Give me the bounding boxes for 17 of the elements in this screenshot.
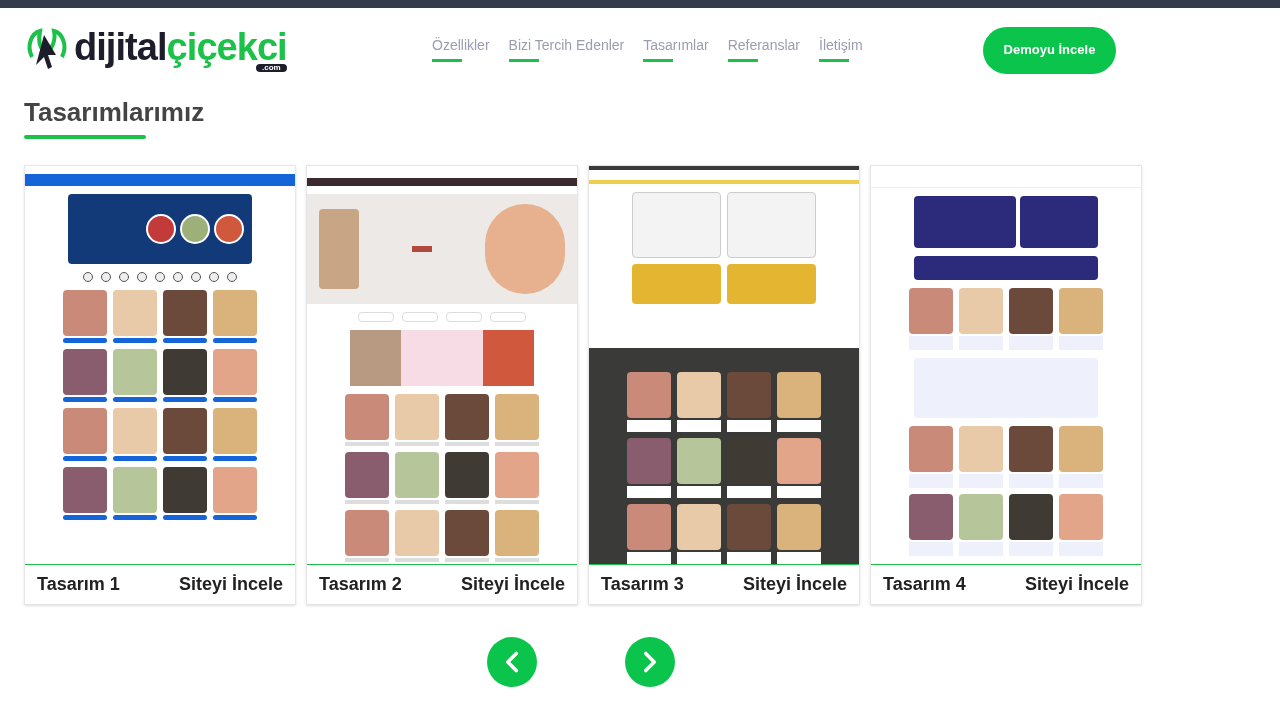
view-site-link[interactable]: Siteyi İncele bbox=[1024, 570, 1129, 598]
logo-wordmark: dijital bbox=[74, 28, 167, 66]
next-button[interactable] bbox=[625, 636, 675, 687]
view-site-link[interactable]: Siteyi İncele bbox=[178, 570, 283, 598]
nav-link[interactable]: İletişim bbox=[819, 35, 863, 65]
design-title: Tasarım 3 bbox=[601, 572, 684, 596]
design-title: Tasarım 4 bbox=[883, 572, 966, 596]
design-title: Tasarım 1 bbox=[37, 572, 120, 596]
section-title: Tasarımlarımız bbox=[24, 96, 205, 129]
demo-button[interactable]: Demoyu İncele bbox=[983, 26, 1116, 74]
previous-button[interactable] bbox=[487, 636, 537, 687]
view-site-link[interactable]: Siteyi İncele bbox=[460, 570, 565, 598]
logo-domain-badge: .com bbox=[256, 64, 287, 72]
nav-link[interactable]: Özellikler bbox=[432, 35, 490, 65]
design-title: Tasarım 2 bbox=[319, 572, 402, 596]
view-site-link[interactable]: Siteyi İncele bbox=[742, 570, 847, 598]
logo-wordmark: çiçekci bbox=[166, 28, 287, 66]
